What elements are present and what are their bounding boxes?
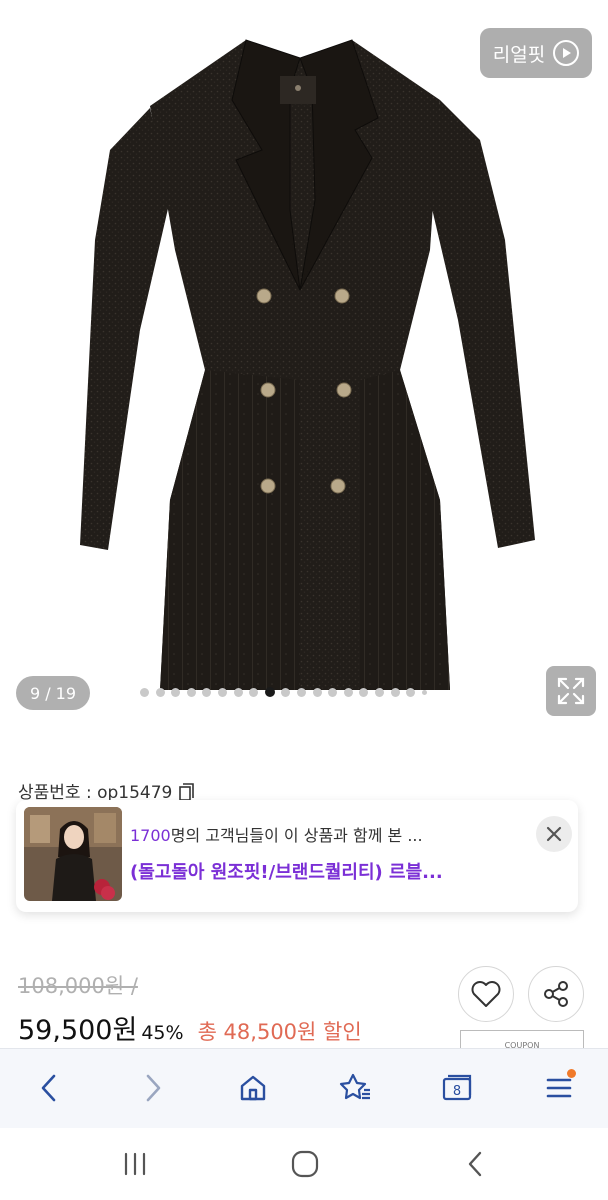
back-chevron-icon	[468, 1151, 482, 1177]
share-icon	[544, 981, 568, 1007]
carousel-dot[interactable]	[186, 687, 196, 697]
bookmarks-button[interactable]	[330, 1063, 380, 1113]
recommendation-card[interactable]: 1700명의 고객님들이 이 상품과 함께 본 ... (돌고돌아 원조핏!/브…	[16, 800, 578, 912]
home-circle-icon	[291, 1150, 319, 1178]
recent-apps-icon	[124, 1152, 146, 1176]
carousel-dot[interactable]	[249, 687, 259, 697]
carousel-dot[interactable]	[202, 687, 212, 697]
carousel-dot[interactable]	[312, 687, 322, 697]
carousel-dot[interactable]	[140, 687, 149, 697]
copy-icon[interactable]	[178, 781, 196, 801]
product-image-coat-dress	[80, 39, 535, 690]
product-image-carousel[interactable]: 리얼핏 9 / 19	[0, 0, 608, 720]
carousel-dot[interactable]	[328, 687, 338, 697]
bookmark-star-icon	[339, 1073, 370, 1100]
carousel-dot[interactable]	[359, 687, 369, 697]
fullscreen-button[interactable]	[546, 666, 596, 716]
browser-back-button[interactable]	[24, 1063, 74, 1113]
carousel-dot[interactable]	[281, 687, 291, 697]
wishlist-button[interactable]	[458, 966, 514, 1022]
total-discount: 총 48,500원 할인	[197, 1020, 362, 1044]
browser-home-button[interactable]	[228, 1063, 278, 1113]
menu-icon	[546, 1078, 572, 1098]
close-button[interactable]	[536, 816, 572, 852]
recommendation-headline: 1700명의 고객님들이 이 상품과 함께 본 ...	[130, 822, 423, 846]
carousel-dot[interactable]	[217, 687, 227, 697]
tabs-button[interactable]: 8	[432, 1063, 482, 1113]
discount-percent: 45%	[141, 1022, 184, 1044]
carousel-dot[interactable]	[155, 687, 165, 697]
original-price: 108,000원 /	[18, 974, 138, 998]
browser-toolbar: 8	[0, 1048, 608, 1128]
recommendation-count: 1700	[130, 826, 171, 845]
heart-icon	[471, 981, 501, 1007]
carousel-dot[interactable]	[171, 687, 181, 697]
notification-dot	[567, 1069, 576, 1078]
system-back-button[interactable]	[450, 1142, 500, 1186]
recommendation-headline-text: 명의 고객님들이 이 상품과 함께 본 ...	[170, 826, 423, 845]
realfit-label: 리얼핏	[492, 43, 546, 66]
forward-arrow-icon	[146, 1074, 161, 1102]
share-button[interactable]	[528, 966, 584, 1022]
carousel-dot[interactable]	[374, 687, 384, 697]
back-arrow-icon	[41, 1074, 56, 1102]
close-icon	[546, 826, 562, 842]
recent-apps-button[interactable]	[110, 1142, 160, 1186]
realfit-video-button[interactable]: 리얼핏	[480, 28, 592, 78]
image-counter: 9 / 19	[16, 676, 90, 710]
price-row: 59,500원 45% 총 48,500원 할인	[18, 1008, 362, 1047]
carousel-dot[interactable]	[296, 687, 306, 697]
recommendation-thumbnail	[24, 807, 122, 901]
carousel-dot[interactable]	[233, 687, 243, 697]
system-home-button[interactable]	[280, 1142, 330, 1186]
expand-icon	[557, 677, 585, 705]
tabs-icon: 8	[442, 1074, 472, 1101]
carousel-dot[interactable]	[343, 687, 353, 697]
carousel-dot[interactable]	[390, 687, 400, 697]
sale-price: 59,500원	[18, 1015, 138, 1046]
carousel-dot-active[interactable]	[264, 687, 275, 697]
browser-menu-button[interactable]	[534, 1063, 584, 1113]
home-icon	[240, 1075, 266, 1101]
carousel-dot[interactable]	[406, 687, 416, 697]
play-icon	[553, 40, 580, 66]
tabs-count: 8	[453, 1084, 461, 1099]
recommendation-product-title[interactable]: (돌고돌아 원조핏!/브랜드퀄리티) 르블...	[130, 858, 443, 884]
system-navigation-bar	[0, 1128, 608, 1200]
carousel-dots	[140, 687, 427, 697]
carousel-dot[interactable]	[421, 689, 427, 695]
browser-forward-button[interactable]	[128, 1063, 178, 1113]
